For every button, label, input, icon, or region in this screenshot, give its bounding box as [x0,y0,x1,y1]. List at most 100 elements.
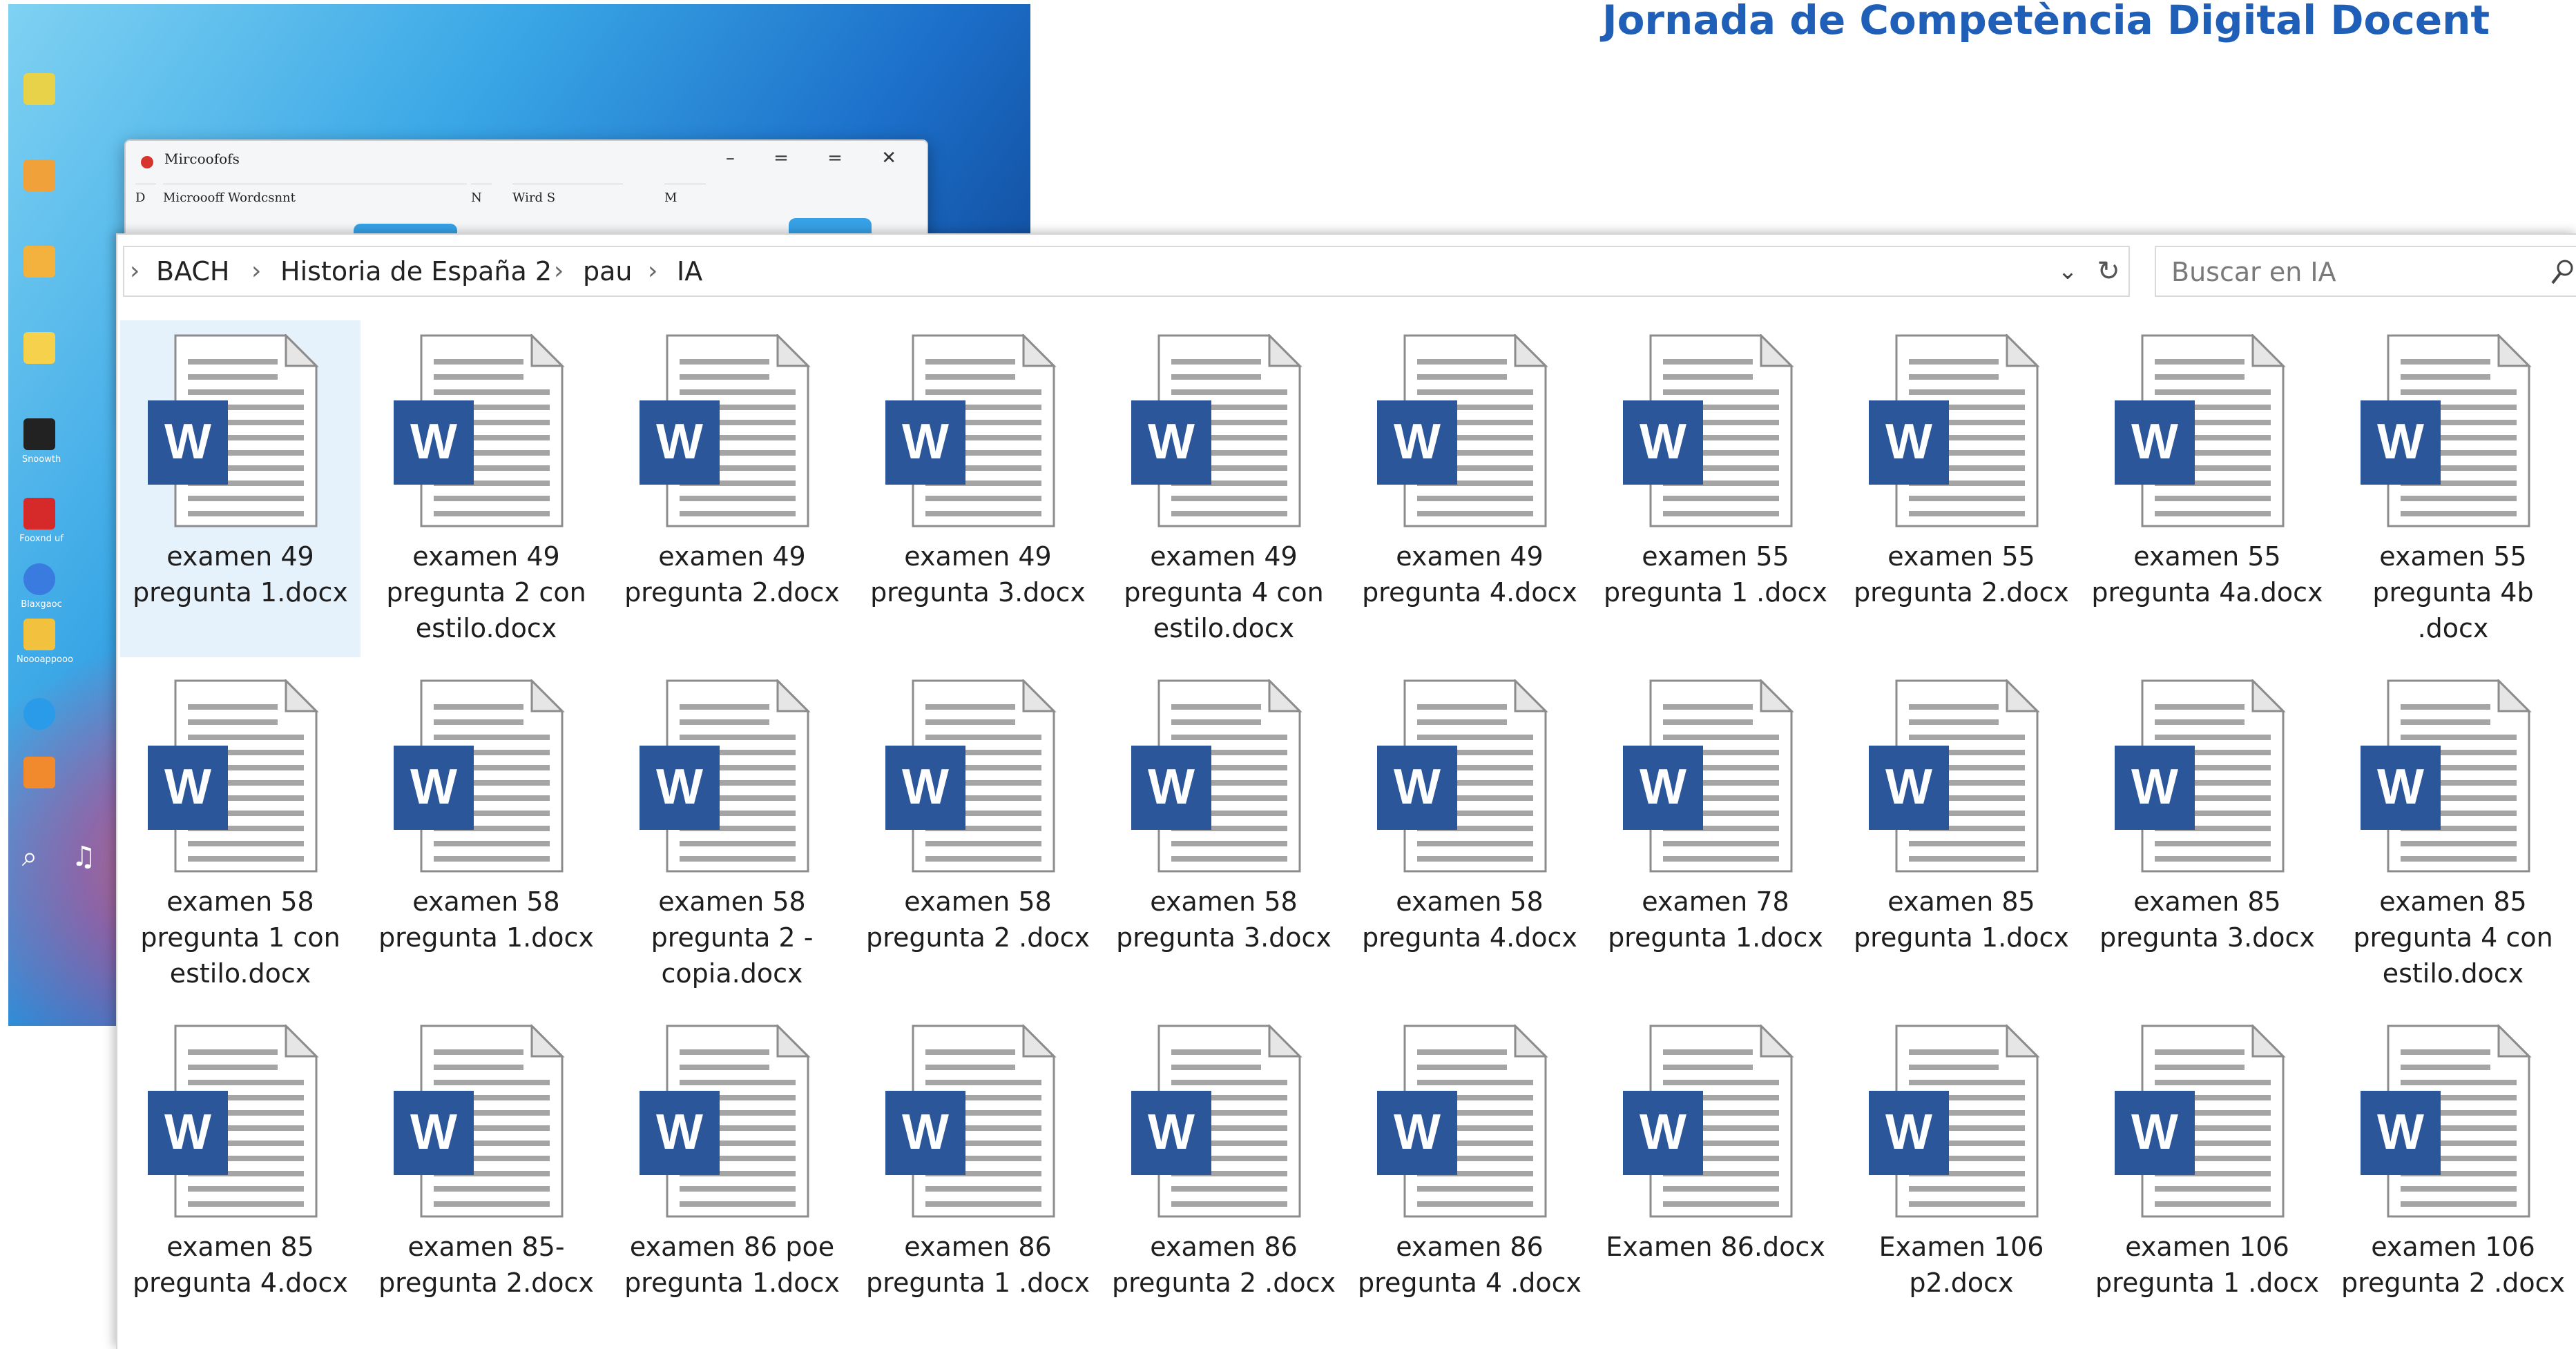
file-item[interactable]: W examen 106 pregunta 1 .docx [2087,1011,2327,1348]
file-item[interactable]: W examen 49 pregunta 4.docx [1349,320,1590,657]
refresh-icon: ↻ [2097,255,2120,287]
file-item[interactable]: W examen 86 pregunta 2 .docx [1104,1011,1344,1348]
breadcrumb-pau[interactable]: pau [583,247,633,295]
file-item[interactable]: W examen 85 pregunta 4.docx [120,1011,361,1348]
file-name: examen 58 pregunta 1 con estilo.docx [140,886,340,989]
file-name: examen 49 pregunta 1.docx [133,541,348,608]
word-document-icon: W [885,333,1065,527]
file-name: Examen 86.docx [1606,1232,1825,1262]
file-item[interactable]: W examen 58 pregunta 4.docx [1349,666,1590,1002]
file-item[interactable]: W examen 49 pregunta 3.docx [858,320,1098,657]
file-name: examen 85 pregunta 4.docx [133,1232,348,1298]
breadcrumb-expand-icon[interactable]: › [130,247,140,295]
file-item[interactable]: W examen 86 poe pregunta 1.docx [612,1011,852,1348]
file-item[interactable]: W examen 55 pregunta 4b .docx [2333,320,2573,657]
window-controls[interactable]: – = = ✕ [726,148,913,168]
file-item[interactable]: W examen 85-pregunta 2.docx [366,1011,606,1348]
svg-text:W: W [1394,759,1441,815]
breadcrumb-separator-icon[interactable]: › [554,247,564,295]
file-name: examen 78 pregunta 1.docx [1608,886,1823,953]
desktop-shortcut[interactable] [17,246,65,309]
svg-text:W: W [410,414,457,469]
file-item[interactable]: W examen 85 pregunta 3.docx [2087,666,2327,1002]
address-bar[interactable]: › BACH › Historia de España 2 › pau › IA… [123,246,2112,297]
word-document-icon: W [148,1023,327,1218]
search-input[interactable] [2170,254,2532,290]
file-name: examen 106 pregunta 1 .docx [2095,1232,2319,1298]
file-item[interactable]: W examen 55 pregunta 4a.docx [2087,320,2327,657]
breadcrumb-separator-icon[interactable]: › [251,247,261,295]
file-item[interactable]: W examen 55 pregunta 1 .docx [1595,320,1836,657]
background-tab-m: M [664,184,706,212]
file-item[interactable]: W examen 58 pregunta 2 .docx [858,666,1098,1002]
desktop-shortcut[interactable] [17,159,65,223]
svg-text:W: W [902,414,949,469]
svg-text:W: W [2131,414,2178,469]
file-name: examen 86 pregunta 4 .docx [1358,1232,1582,1298]
file-item[interactable]: W examen 58 pregunta 1 con estilo.docx [120,666,361,1002]
desktop-icon-column: Snoowth Fooxnd uf Blaxgaoc Noooappooo [17,73,73,936]
svg-text:W: W [902,759,949,815]
breadcrumb-separator-icon[interactable]: › [648,247,657,295]
taskbar-search-icon[interactable]: ⌕ [12,840,47,874]
file-item[interactable]: W examen 49 pregunta 4 con estilo.docx [1104,320,1344,657]
svg-text:W: W [1885,759,1932,815]
breadcrumb-bach[interactable]: BACH [156,247,230,295]
desktop-shortcut[interactable]: Noooappooo [17,619,73,682]
word-document-icon: W [1623,1023,1803,1218]
desktop-shortcut[interactable] [17,73,65,137]
desktop-shortcut[interactable] [17,757,65,820]
word-document-icon: W [2115,333,2294,527]
file-name: examen 58 pregunta 4.docx [1362,886,1577,953]
file-item[interactable]: W examen 106 pregunta 2 .docx [2333,1011,2573,1348]
breadcrumb-historia[interactable]: Historia de España 2 [280,247,552,295]
chevron-down-icon[interactable]: ⌄ [2054,247,2082,295]
file-item[interactable]: W examen 49 pregunta 1.docx [120,320,361,657]
svg-text:W: W [1640,1105,1686,1160]
breadcrumb-ia[interactable]: IA [677,247,702,295]
file-item[interactable]: W examen 58 pregunta 1.docx [366,666,606,1002]
file-grid: W examen 49 pregunta 1.docx W examen 49 … [117,320,2576,1349]
svg-text:W: W [410,759,457,815]
file-name: examen 55 pregunta 2.docx [1854,541,2069,608]
refresh-button[interactable]: ↻ [2088,246,2130,297]
svg-text:W: W [1148,414,1195,469]
desktop-shortcut[interactable] [17,332,65,396]
word-document-icon: W [2361,1023,2540,1218]
background-tab-n: N [471,184,492,212]
word-document-icon: W [2361,678,2540,873]
file-name: examen 49 pregunta 4 con estilo.docx [1124,541,1324,643]
file-item[interactable]: W Examen 86.docx [1595,1011,1836,1348]
file-item[interactable]: W Examen 106 p2.docx [1841,1011,2082,1348]
desktop-shortcut[interactable]: Snoowth [17,418,65,482]
desktop-shortcut[interactable]: Blaxgaoc [17,563,65,627]
file-item[interactable]: W examen 49 pregunta 2.docx [612,320,852,657]
file-item[interactable]: W examen 85 pregunta 4 con estilo.docx [2333,666,2573,1002]
file-item[interactable]: W examen 58 pregunta 3.docx [1104,666,1344,1002]
word-document-icon: W [1131,678,1311,873]
desktop-shortcut[interactable]: Fooxnd uf [17,498,65,561]
file-name: examen 55 pregunta 4a.docx [2091,541,2323,608]
file-item[interactable]: W examen 55 pregunta 2.docx [1841,320,2082,657]
file-item[interactable]: W examen 86 pregunta 1 .docx [858,1011,1098,1348]
search-box[interactable] [2155,246,2576,297]
word-document-icon: W [640,333,819,527]
svg-text:W: W [2131,759,2178,815]
word-document-icon: W [2361,333,2540,527]
word-document-icon: W [1377,1023,1557,1218]
background-window-titlebar: Mircoofofs – = = ✕ [126,141,927,182]
svg-text:W: W [2377,759,2424,815]
word-document-icon: W [2115,678,2294,873]
word-document-icon: W [1131,1023,1311,1218]
taskbar-music-icon[interactable]: ♫ [66,840,101,874]
desktop-shortcut[interactable] [17,698,65,761]
file-item[interactable]: W examen 86 pregunta 4 .docx [1349,1011,1590,1348]
file-item[interactable]: W examen 85 pregunta 1.docx [1841,666,2082,1002]
file-item[interactable]: W examen 49 pregunta 2 con estilo.docx [366,320,606,657]
search-icon[interactable] [2548,254,2576,289]
background-tab-wird: Wird S [512,184,623,212]
file-item[interactable]: W examen 78 pregunta 1.docx [1595,666,1836,1002]
svg-text:W: W [2377,414,2424,469]
file-item[interactable]: W examen 58 pregunta 2 - copia.docx [612,666,852,1002]
svg-text:W: W [1394,414,1441,469]
